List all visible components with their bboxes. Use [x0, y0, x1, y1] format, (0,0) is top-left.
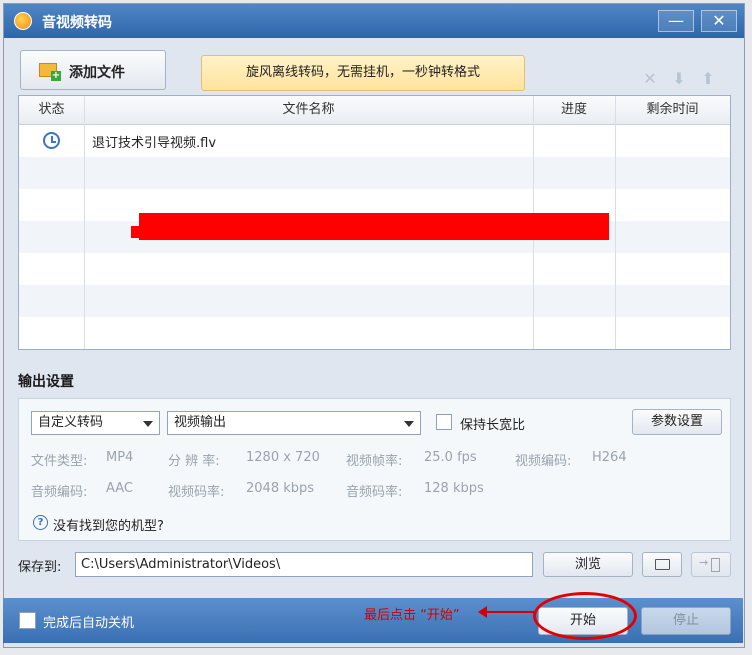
annotation-arrow-icon — [483, 611, 535, 613]
move-up-icon[interactable]: ⬆ — [698, 70, 718, 88]
keep-ratio-label: 保持长宽比 — [460, 418, 526, 433]
table-row — [19, 253, 730, 285]
column-divider — [84, 96, 85, 349]
table-header: 状态 文件名称 进度 剩余时间 — [19, 96, 730, 125]
offline-transcode-banner[interactable]: 旋风离线转码，无需挂机，一秒钟转格式 — [201, 55, 525, 91]
column-remaining[interactable]: 剩余时间 — [615, 96, 730, 124]
framerate-label: 视频帧率: — [346, 454, 403, 469]
arrow-right-icon: → — [699, 556, 709, 569]
plus-icon: + — [51, 70, 61, 81]
export-to-device-button[interactable]: → — [691, 552, 731, 577]
annotation-text: 最后点击 “开始” — [364, 608, 460, 623]
output-settings-title: 输出设置 — [18, 374, 74, 390]
abitrate-value: 128 kbps — [424, 481, 484, 496]
preset-select[interactable]: 自定义转码 — [31, 411, 160, 435]
table-row — [19, 317, 730, 349]
move-down-icon[interactable]: ⬇ — [669, 70, 689, 88]
file-type-value: MP4 — [106, 450, 134, 465]
column-progress[interactable]: 进度 — [533, 96, 615, 124]
resolution-label: 分 辨 率: — [168, 454, 220, 469]
add-file-label: 添加文件 — [69, 65, 125, 81]
vbitrate-value: 2048 kbps — [246, 481, 315, 496]
window-title: 音视频转码 — [42, 15, 112, 31]
minimize-button[interactable]: — — [658, 10, 694, 32]
annotation-circle — [533, 592, 637, 640]
file-type-label: 文件类型: — [31, 454, 88, 469]
browse-button[interactable]: 浏览 — [543, 552, 633, 577]
close-button[interactable]: ✕ — [701, 10, 737, 32]
help-text: 没有找到您的机型? — [53, 519, 164, 534]
annotation-arrowhead — [478, 606, 487, 618]
redaction-bar — [579, 213, 607, 221]
keep-ratio-checkbox[interactable] — [436, 414, 452, 430]
app-logo-icon — [14, 12, 32, 30]
format-select[interactable]: 视频输出 — [167, 411, 421, 435]
vcodec-label: 视频编码: — [515, 454, 572, 469]
device-icon — [711, 558, 720, 572]
column-status[interactable]: 状态 — [19, 96, 84, 124]
resolution-value: 1280 x 720 — [246, 450, 320, 465]
add-file-button[interactable]: + 添加文件 — [20, 50, 166, 90]
params-settings-button[interactable]: 参数设置 — [632, 409, 722, 435]
file-name: 退订技术引导视频.flv — [92, 136, 217, 151]
chevron-down-icon — [143, 421, 153, 427]
help-icon: ? — [33, 515, 48, 530]
table-row — [19, 285, 730, 317]
column-divider — [615, 96, 616, 349]
chevron-down-icon — [404, 421, 414, 427]
column-filename[interactable]: 文件名称 — [84, 96, 533, 124]
framerate-value: 25.0 fps — [424, 450, 477, 465]
vcodec-value: H264 — [592, 450, 627, 465]
clock-icon — [43, 132, 60, 149]
open-folder-button[interactable] — [642, 552, 682, 577]
save-path-input[interactable]: C:\Users\Administrator\Videos\ — [75, 552, 533, 577]
acodec-label: 音频编码: — [31, 485, 88, 500]
redaction-bar — [139, 213, 609, 240]
table-row — [19, 157, 730, 189]
auto-shutdown-checkbox[interactable] — [19, 612, 36, 629]
preset-value: 自定义转码 — [38, 415, 104, 430]
delete-icon[interactable]: ✕ — [640, 70, 660, 88]
file-list[interactable]: 状态 文件名称 进度 剩余时间 退订技术引导视频.flv — [18, 95, 731, 350]
stop-button[interactable]: 停止 — [641, 607, 731, 635]
abitrate-label: 音频码率: — [346, 485, 403, 500]
redaction-bar — [131, 226, 141, 238]
acodec-value: AAC — [106, 481, 133, 496]
title-bar[interactable]: 音视频转码 — ✕ — [4, 4, 744, 38]
vbitrate-label: 视频码率: — [168, 485, 225, 500]
auto-shutdown-label: 完成后自动关机 — [43, 616, 135, 631]
table-row[interactable]: 退订技术引导视频.flv — [19, 125, 730, 157]
format-value: 视频输出 — [174, 415, 227, 430]
save-to-label: 保存到: — [18, 560, 62, 575]
folder-icon — [655, 559, 670, 570]
